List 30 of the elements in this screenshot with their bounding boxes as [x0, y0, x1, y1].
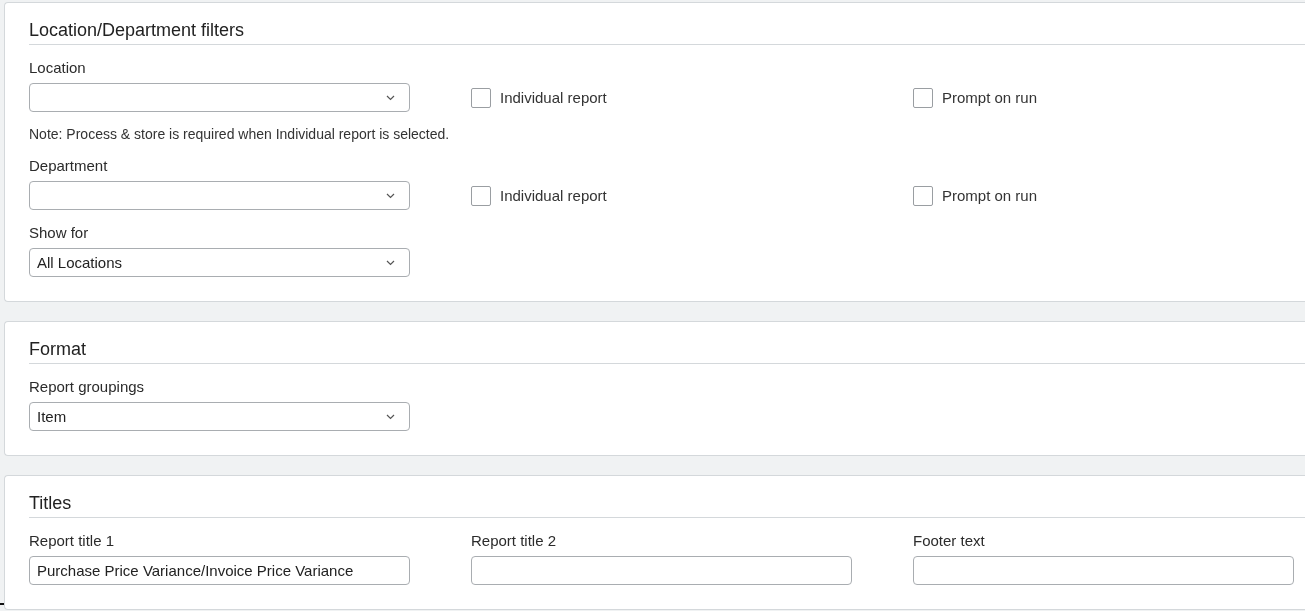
field-label: Footer text [913, 532, 986, 550]
dropdown-select[interactable] [29, 83, 410, 112]
dropdown-select[interactable]: Item [29, 402, 410, 431]
text-input[interactable]: Purchase Price Variance/Invoice Price Variance [29, 556, 410, 585]
checkbox-option[interactable]: Prompt on run [913, 181, 1038, 210]
section-title: Titles [29, 492, 1305, 518]
chevron-down-icon [386, 94, 395, 101]
dropdown-select[interactable]: All Locations [29, 248, 410, 277]
field-label: Show for [29, 224, 90, 242]
section-title: Format [29, 338, 1305, 364]
dropdown-select[interactable] [29, 181, 410, 210]
field-label: Report title 2 [471, 532, 558, 550]
chevron-down-icon [386, 413, 395, 420]
checkbox-option[interactable]: Individual report [471, 83, 607, 112]
field-label: Department [29, 157, 109, 175]
field-label: Report groupings [29, 378, 146, 396]
checkbox-option[interactable]: Prompt on run [913, 83, 1038, 112]
section-title: Location/Department filters [29, 19, 1305, 45]
checkbox-option[interactable]: Individual report [471, 181, 607, 210]
checkbox[interactable] [913, 185, 933, 206]
checkbox[interactable] [471, 185, 491, 206]
text-input[interactable] [913, 556, 1294, 585]
note-text: Note: Process & store is required when Individual report is selected. [29, 125, 451, 143]
text-input[interactable] [471, 556, 852, 585]
chevron-down-icon [386, 192, 395, 199]
field-label: Location [29, 59, 87, 77]
chevron-down-icon [386, 259, 395, 266]
checkbox[interactable] [913, 87, 933, 108]
checkbox[interactable] [471, 87, 491, 108]
field-label: Report title 1 [29, 532, 116, 550]
